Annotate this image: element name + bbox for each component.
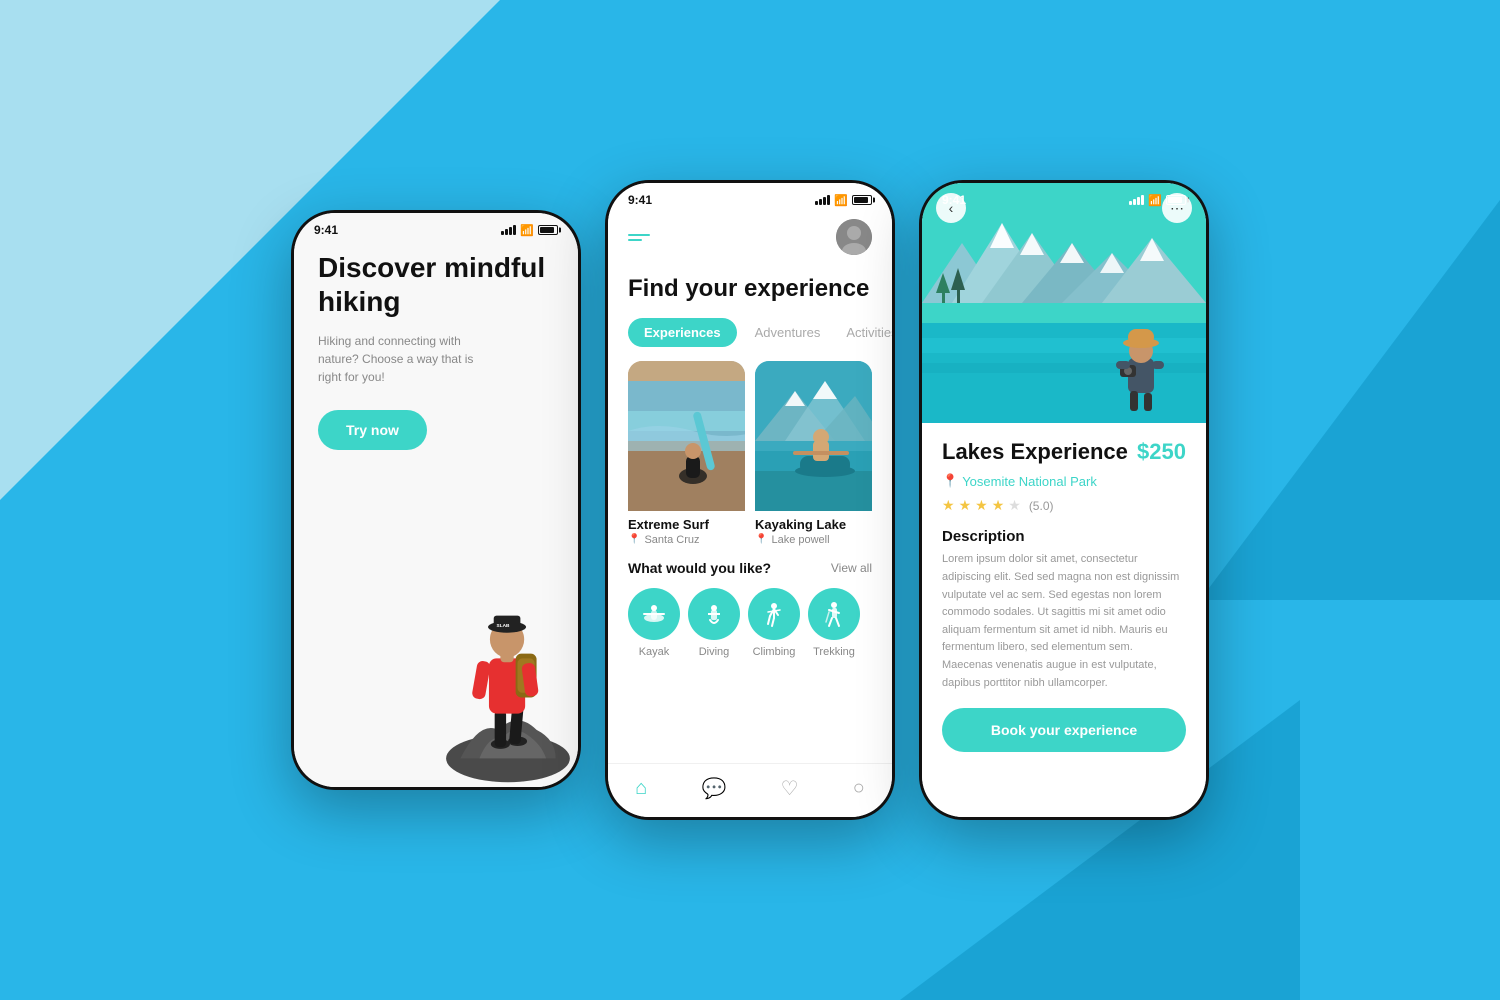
rating-value: (5.0) (1029, 499, 1054, 513)
kayak-label: Kayak (639, 646, 670, 658)
signal-icon-1 (501, 225, 516, 235)
hiker-figure: SLAB (428, 387, 578, 787)
activities-row: Kayak Diving (608, 588, 892, 658)
menu-icon[interactable] (628, 234, 650, 241)
experience-title: Lakes Experience (942, 439, 1128, 465)
signal-icon-2 (815, 195, 830, 205)
climbing-icon-circle (748, 588, 800, 640)
battery-icon-2 (852, 195, 872, 205)
surf-image (628, 361, 745, 511)
climbing-label: Climbing (753, 646, 796, 658)
phone-1-body: Discover mindful hiking Hiking and conne… (294, 241, 578, 787)
description-title: Description (942, 528, 1186, 545)
location-pin-icon: 📍 (942, 473, 958, 489)
star-1: ★ (942, 497, 955, 514)
diving-icon-circle (688, 588, 740, 640)
stars-row: ★ ★ ★ ★ ★ (5.0) (942, 497, 1186, 514)
phones-container: 9:41 📶 Discover mindful hiking Hiking an… (291, 180, 1209, 820)
find-title: Find your experience (608, 275, 892, 304)
nav-heart-icon[interactable]: ♡ (781, 776, 799, 801)
surf-location-text: Santa Cruz (644, 534, 699, 546)
what-row: What would you like? View all (608, 560, 892, 576)
back-icon: ‹ (949, 200, 954, 216)
wifi-icon-1: 📶 (520, 224, 534, 237)
kayak-location: 📍 Lake powell (755, 534, 872, 546)
description-text: Lorem ipsum dolor sit amet, consectetur … (942, 551, 1186, 692)
location-row: 📍 Yosemite National Park (942, 473, 1186, 489)
battery-icon-1 (538, 225, 558, 235)
nav-chat-icon[interactable]: 💬 (701, 776, 726, 801)
status-icons-1: 📶 (501, 224, 558, 237)
wifi-icon-3: 📶 (1148, 194, 1162, 207)
phone-3-body: Lakes Experience $250 📍 Yosemite Nationa… (922, 423, 1206, 817)
tab-experiences[interactable]: Experiences (628, 318, 737, 347)
kayak-icon-circle (628, 588, 680, 640)
try-now-button[interactable]: Try now (318, 410, 427, 450)
activity-climbing[interactable]: Climbing (748, 588, 800, 658)
phone-3: 9:41 📶 (919, 180, 1209, 820)
status-icons-2: 📶 (815, 194, 872, 207)
location-pin-surf: 📍 (628, 534, 640, 545)
status-bar-2: 9:41 📶 (608, 183, 892, 211)
kayak-card[interactable]: Kayaking Lake 📍 Lake powell (755, 361, 872, 546)
trekking-label: Trekking (813, 646, 855, 658)
kayak-image (755, 361, 872, 511)
hero-image: 9:41 📶 (922, 183, 1206, 423)
cards-row: Extreme Surf 📍 Santa Cruz (608, 361, 892, 546)
title-price-row: Lakes Experience $250 (942, 439, 1186, 465)
phone-2: 9:41 📶 (605, 180, 895, 820)
status-bar-1: 9:41 📶 (294, 213, 578, 241)
photographer-figure (1106, 313, 1176, 413)
view-all-link[interactable]: View all (831, 561, 872, 575)
location-name: Yosemite National Park (962, 474, 1097, 489)
activity-trekking[interactable]: Trekking (808, 588, 860, 658)
star-2: ★ (959, 497, 972, 514)
activity-diving[interactable]: Diving (688, 588, 740, 658)
tab-activities[interactable]: Activities (838, 318, 895, 347)
more-icon: ⋯ (1170, 200, 1184, 217)
time-1: 9:41 (314, 223, 338, 237)
avatar[interactable] (836, 219, 872, 255)
surf-title: Extreme Surf (628, 517, 745, 532)
price-label: $250 (1137, 439, 1186, 465)
what-label: What would you like? (628, 560, 771, 576)
location-pin-kayak: 📍 (755, 534, 767, 545)
star-4: ★ (992, 497, 1005, 514)
tabs-row: Experiences Adventures Activities (608, 318, 892, 361)
star-3: ★ (975, 497, 988, 514)
more-button[interactable]: ⋯ (1162, 193, 1192, 223)
nav-home-icon[interactable]: ⌂ (635, 777, 647, 800)
activity-kayak[interactable]: Kayak (628, 588, 680, 658)
wifi-icon-2: 📶 (834, 194, 848, 207)
phone-1-title: Discover mindful hiking (318, 251, 554, 318)
phone-1-description: Hiking and connecting with nature? Choos… (318, 332, 488, 386)
surf-card[interactable]: Extreme Surf 📍 Santa Cruz (628, 361, 745, 546)
surf-location: 📍 Santa Cruz (628, 534, 745, 546)
bottom-nav: ⌂ 💬 ♡ ○ (608, 763, 892, 817)
diving-label: Diving (699, 646, 730, 658)
time-2: 9:41 (628, 193, 652, 207)
trekking-icon-circle (808, 588, 860, 640)
back-button[interactable]: ‹ (936, 193, 966, 223)
signal-icon-3 (1129, 195, 1144, 205)
book-button[interactable]: Book your experience (942, 708, 1186, 752)
svg-text:SLAB: SLAB (497, 623, 511, 629)
tab-adventures[interactable]: Adventures (747, 318, 829, 347)
nav-search-icon[interactable]: ○ (853, 777, 865, 800)
kayak-title: Kayaking Lake (755, 517, 872, 532)
kayak-location-text: Lake powell (771, 534, 829, 546)
phone-2-header (608, 211, 892, 265)
phone-1: 9:41 📶 Discover mindful hiking Hiking an… (291, 210, 581, 790)
star-5-empty: ★ (1008, 497, 1021, 514)
